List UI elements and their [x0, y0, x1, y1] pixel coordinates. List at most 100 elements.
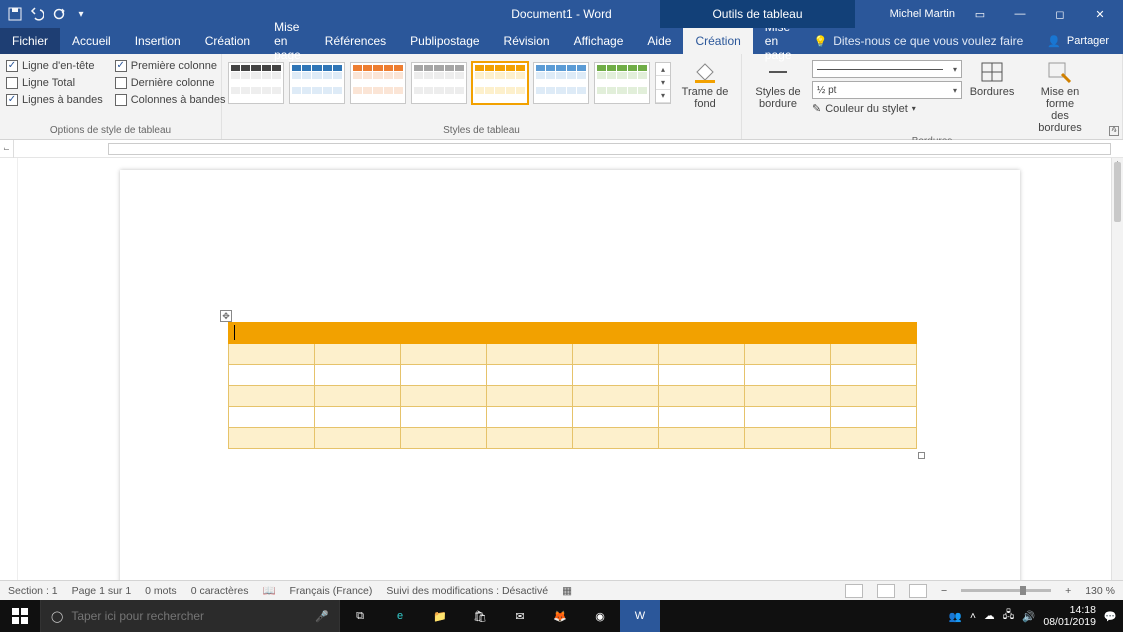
- status-bar: Section : 1 Page 1 sur 1 0 mots 0 caract…: [0, 580, 1123, 600]
- clock-date: 08/01/2019: [1043, 616, 1096, 628]
- share-button[interactable]: 👤 Partager: [1033, 28, 1123, 54]
- tab-insert[interactable]: Insertion: [123, 28, 193, 54]
- table-style-3[interactable]: [411, 62, 467, 104]
- opt-banded-cols[interactable]: Colonnes à bandes: [115, 94, 226, 106]
- tab-table-design[interactable]: Création: [683, 28, 752, 54]
- zoom-value[interactable]: 130 %: [1085, 585, 1115, 597]
- redo-icon[interactable]: [52, 7, 66, 21]
- shading-button[interactable]: Trame de fond: [675, 58, 735, 110]
- status-language[interactable]: Français (France): [290, 585, 373, 597]
- tab-table-layout[interactable]: Mise en page: [753, 28, 804, 54]
- scroll-thumb[interactable]: [1114, 162, 1121, 222]
- zoom-out-icon[interactable]: −: [941, 585, 947, 597]
- taskbar-clock[interactable]: 14:18 08/01/2019: [1043, 604, 1096, 628]
- close-icon[interactable]: ✕: [1085, 0, 1115, 28]
- word-icon[interactable]: W: [620, 600, 660, 632]
- store-icon[interactable]: 🛍: [460, 600, 500, 632]
- zoom-slider[interactable]: [961, 589, 1051, 592]
- volume-icon[interactable]: 🔊: [1022, 610, 1035, 623]
- tab-mailings[interactable]: Publipostage: [398, 28, 491, 54]
- view-web-icon[interactable]: [909, 584, 927, 598]
- tell-me-input[interactable]: [833, 34, 1023, 48]
- table-style-0[interactable]: [228, 62, 284, 104]
- taskbar-search[interactable]: ◯ 🎤: [40, 600, 340, 632]
- table-style-1[interactable]: [289, 62, 345, 104]
- share-label: Partager: [1067, 35, 1109, 47]
- tab-design[interactable]: Création: [193, 28, 262, 54]
- opt-total-row[interactable]: Ligne Total: [6, 77, 103, 89]
- qat-more-icon[interactable]: ▾: [74, 7, 88, 21]
- ruler-corner: ⌙: [0, 140, 14, 158]
- view-print-icon[interactable]: [877, 584, 895, 598]
- tray-up-icon[interactable]: ˄: [970, 610, 976, 622]
- tab-help[interactable]: Aide: [635, 28, 683, 54]
- spellcheck-icon[interactable]: 📖: [262, 584, 275, 597]
- vertical-ruler[interactable]: [0, 158, 18, 600]
- opt-last-col[interactable]: Dernière colonne: [115, 77, 226, 89]
- tab-layout[interactable]: Mise en page: [262, 28, 313, 54]
- document-table[interactable]: [228, 322, 917, 449]
- start-button[interactable]: [0, 600, 40, 632]
- opt-banded-cols-label: Colonnes à bandes: [131, 94, 226, 106]
- chrome-icon[interactable]: ◉: [580, 600, 620, 632]
- tab-view[interactable]: Affichage: [562, 28, 636, 54]
- text-caret: [234, 325, 235, 340]
- save-icon[interactable]: [8, 7, 22, 21]
- share-icon: 👤: [1047, 35, 1061, 48]
- table-resize-handle[interactable]: [918, 452, 925, 459]
- table-style-4[interactable]: [472, 62, 528, 104]
- firefox-icon[interactable]: 🦊: [540, 600, 580, 632]
- macro-icon[interactable]: ▦: [562, 585, 572, 597]
- view-read-icon[interactable]: [845, 584, 863, 598]
- document-page[interactable]: ✥: [120, 170, 1020, 590]
- table-move-handle[interactable]: ✥: [220, 310, 232, 322]
- status-track-changes[interactable]: Suivi des modifications : Désactivé: [386, 585, 548, 597]
- task-view-icon[interactable]: ⧉: [340, 600, 380, 632]
- collapse-ribbon-icon[interactable]: ˄: [1111, 124, 1117, 135]
- pen-style-combo[interactable]: [812, 60, 962, 78]
- border-styles-button[interactable]: Styles de bordure: [748, 58, 808, 110]
- user-name[interactable]: Michel Martin: [890, 8, 955, 20]
- maximize-icon[interactable]: ◻: [1045, 0, 1075, 28]
- tab-home[interactable]: Accueil: [60, 28, 123, 54]
- undo-icon[interactable]: [30, 7, 44, 21]
- table-style-2[interactable]: [350, 62, 406, 104]
- tell-me[interactable]: 💡: [803, 28, 1033, 54]
- network-icon[interactable]: 🖧: [1003, 607, 1015, 625]
- minimize-icon[interactable]: —: [1005, 0, 1035, 28]
- borders-button[interactable]: Bordures: [966, 58, 1018, 98]
- edge-icon[interactable]: e: [380, 600, 420, 632]
- status-words[interactable]: 0 mots: [145, 585, 177, 597]
- people-icon[interactable]: 👥: [949, 610, 962, 623]
- table-style-5[interactable]: [533, 62, 589, 104]
- status-section[interactable]: Section : 1: [8, 585, 58, 597]
- status-page[interactable]: Page 1 sur 1: [72, 585, 132, 597]
- explorer-icon[interactable]: 📁: [420, 600, 460, 632]
- zoom-in-icon[interactable]: +: [1065, 585, 1071, 597]
- ribbon-display-icon[interactable]: ▭: [965, 0, 995, 28]
- border-painter-button[interactable]: Mise en forme des bordures: [1022, 58, 1098, 134]
- mic-icon[interactable]: 🎤: [315, 610, 329, 623]
- taskbar-search-input[interactable]: [71, 609, 307, 623]
- border-painter-icon: [1046, 60, 1074, 84]
- table-style-6[interactable]: [594, 62, 650, 104]
- mail-icon[interactable]: ✉: [500, 600, 540, 632]
- gallery-more[interactable]: ▴▾▾: [655, 62, 671, 104]
- opt-header-row[interactable]: Ligne d'en-tête: [6, 60, 103, 72]
- onedrive-icon[interactable]: ☁: [984, 610, 995, 622]
- opt-banded-rows[interactable]: Lignes à bandes: [6, 94, 103, 106]
- border-painter-label: Mise en forme des bordures: [1028, 86, 1092, 134]
- tab-references[interactable]: Références: [313, 28, 398, 54]
- horizontal-ruler[interactable]: [108, 143, 1111, 155]
- tab-file[interactable]: Fichier: [0, 28, 60, 54]
- bucket-icon: [691, 60, 719, 84]
- opt-first-col[interactable]: Première colonne: [115, 60, 226, 72]
- pen-weight-combo[interactable]: ½ pt: [812, 81, 962, 99]
- borders-icon: [978, 60, 1006, 84]
- status-chars[interactable]: 0 caractères: [191, 585, 249, 597]
- notifications-icon[interactable]: 💬: [1104, 610, 1117, 623]
- table-style-gallery[interactable]: ▴▾▾: [228, 58, 671, 104]
- vertical-scrollbar[interactable]: ▴ ▾: [1111, 158, 1123, 600]
- tab-review[interactable]: Révision: [492, 28, 562, 54]
- pen-color-button[interactable]: ✎ Couleur du stylet ▾: [812, 102, 962, 115]
